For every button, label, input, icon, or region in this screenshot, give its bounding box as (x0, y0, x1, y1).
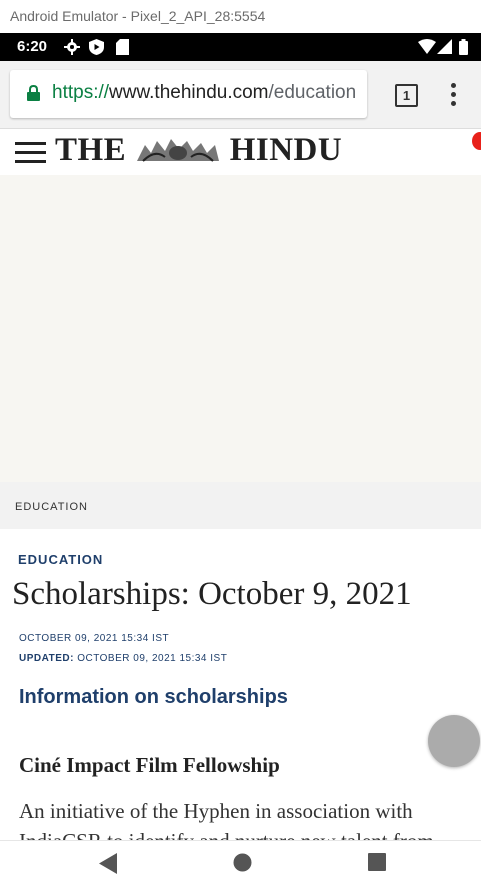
lock-icon (27, 85, 40, 101)
recents-icon[interactable] (368, 853, 387, 872)
status-bar: 6:20 (0, 33, 481, 61)
item-title: Ciné Impact Film Fellowship (19, 753, 280, 777)
tab-switcher-button[interactable]: 1 (395, 84, 418, 107)
sd-card-icon (116, 39, 129, 55)
status-time: 6:20 (17, 38, 48, 55)
emulator-title: Android Emulator - Pixel_2_API_28:5554 (0, 0, 481, 33)
article-kicker[interactable]: EDUCATION (18, 552, 103, 567)
browser-toolbar: https://www.thehindu.com/education 1 (0, 61, 481, 129)
address-bar[interactable]: https://www.thehindu.com/education (10, 70, 367, 118)
updated-value: OCTOBER 09, 2021 15:34 IST (77, 653, 228, 664)
url-scheme: https:// (52, 82, 110, 103)
updated-label: UPDATED: (19, 653, 74, 664)
signal-icon (437, 39, 452, 54)
shield-icon (89, 39, 104, 55)
item-body: An initiative of the Hyphen in associati… (19, 799, 434, 840)
logo-hindu: HINDU (229, 132, 343, 168)
url-path: /education (268, 82, 357, 103)
article-headline: Scholarships: October 9, 2021 (12, 576, 412, 612)
overflow-menu-icon[interactable] (443, 83, 463, 109)
wifi-icon (418, 39, 436, 54)
site-logo[interactable]: THE HINDU (55, 132, 342, 169)
hamburger-menu-icon[interactable] (15, 142, 46, 164)
logo-emblem-icon (136, 139, 219, 162)
settings-icon (64, 39, 80, 55)
notification-dot[interactable] (472, 132, 481, 150)
android-nav-bar (0, 840, 481, 890)
section-label[interactable]: EDUCATION (15, 501, 88, 513)
floating-action-button[interactable] (428, 715, 480, 767)
article-subhead: Information on scholarships (19, 686, 288, 708)
section-breadcrumb: EDUCATION (0, 482, 481, 529)
logo-the: THE (55, 132, 127, 168)
ad-placeholder (0, 175, 481, 482)
battery-icon (459, 39, 468, 55)
home-icon[interactable] (233, 853, 252, 872)
published-date: OCTOBER 09, 2021 15:34 IST (19, 633, 170, 644)
back-icon[interactable] (99, 853, 117, 874)
site-header: THE HINDU (0, 129, 481, 175)
url-host: www.thehindu.com (109, 82, 269, 103)
updated-date: UPDATED: OCTOBER 09, 2021 15:34 IST (19, 653, 227, 664)
url-text[interactable]: https://www.thehindu.com/education (52, 82, 356, 104)
